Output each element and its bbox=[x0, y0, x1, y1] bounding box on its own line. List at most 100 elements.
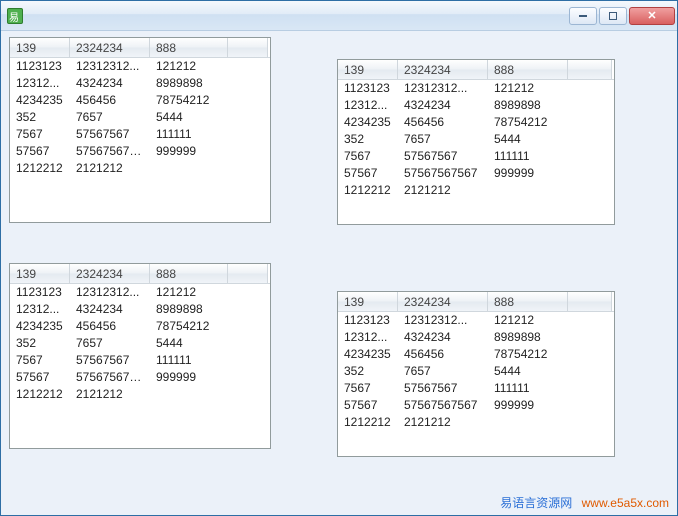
table-row[interactable]: 756757567567111111 bbox=[10, 352, 270, 369]
table-row[interactable]: 112312312312312...121212 bbox=[10, 284, 270, 301]
app-window: ✕ 易语言资源网 www.e5a5x.com 13923242348881123… bbox=[0, 0, 678, 516]
cell bbox=[150, 386, 228, 403]
listview-2[interactable]: 1392324234888112312312312312...121212123… bbox=[337, 59, 615, 225]
cell: 4324234 bbox=[398, 97, 488, 114]
cell: 57567567567 bbox=[398, 165, 488, 182]
cell: 1212212 bbox=[338, 182, 398, 199]
column-header[interactable]: 139 bbox=[10, 38, 70, 57]
column-header[interactable] bbox=[228, 38, 268, 57]
cell: 7657 bbox=[70, 335, 150, 352]
column-header[interactable]: 2324234 bbox=[70, 38, 150, 57]
column-header[interactable] bbox=[568, 292, 612, 311]
table-row[interactable]: 756757567567111111 bbox=[10, 126, 270, 143]
table-row[interactable]: 35276575444 bbox=[10, 335, 270, 352]
table-row[interactable]: 12312...43242348989898 bbox=[338, 329, 614, 346]
table-row[interactable]: 112312312312312...121212 bbox=[338, 80, 614, 97]
listview-header: 1392324234888 bbox=[10, 264, 270, 284]
table-row[interactable]: 12122122121212 bbox=[10, 160, 270, 177]
cell: 7657 bbox=[398, 363, 488, 380]
cell: 4234235 bbox=[10, 92, 70, 109]
cell: 4324234 bbox=[70, 75, 150, 92]
cell bbox=[150, 160, 228, 177]
table-row[interactable]: 35276575444 bbox=[338, 363, 614, 380]
maximize-button[interactable] bbox=[599, 7, 627, 25]
table-row[interactable]: 5756757567567567999999 bbox=[10, 143, 270, 160]
cell: 111111 bbox=[150, 126, 228, 143]
cell: 12312312... bbox=[398, 80, 488, 97]
listview-header: 1392324234888 bbox=[338, 60, 614, 80]
table-row[interactable]: 756757567567111111 bbox=[338, 148, 614, 165]
table-row[interactable]: 12312...43242348989898 bbox=[10, 301, 270, 318]
cell: 78754212 bbox=[150, 92, 228, 109]
cell: 12312... bbox=[10, 301, 70, 318]
column-header[interactable]: 139 bbox=[10, 264, 70, 283]
table-row[interactable]: 12122122121212 bbox=[338, 182, 614, 199]
listview-4[interactable]: 1392324234888112312312312312...121212123… bbox=[337, 291, 615, 457]
cell: 7657 bbox=[398, 131, 488, 148]
table-row[interactable]: 423423545645678754212 bbox=[10, 92, 270, 109]
titlebar[interactable]: ✕ bbox=[1, 1, 677, 31]
column-header[interactable]: 139 bbox=[338, 292, 398, 311]
table-row[interactable]: 5756757567567567999999 bbox=[338, 397, 614, 414]
cell: 1123123 bbox=[10, 284, 70, 301]
listview-3[interactable]: 1392324234888112312312312312...121212123… bbox=[9, 263, 271, 449]
cell: 1212212 bbox=[338, 414, 398, 431]
table-row[interactable]: 5756757567567567999999 bbox=[338, 165, 614, 182]
cell: 121212 bbox=[488, 80, 568, 97]
cell: 8989898 bbox=[488, 97, 568, 114]
cell: 456456 bbox=[398, 114, 488, 131]
table-row[interactable]: 112312312312312...121212 bbox=[338, 312, 614, 329]
cell: 1123123 bbox=[338, 80, 398, 97]
column-header[interactable]: 888 bbox=[488, 292, 568, 311]
cell bbox=[488, 182, 568, 199]
column-header[interactable]: 888 bbox=[488, 60, 568, 79]
cell: 4234235 bbox=[338, 346, 398, 363]
column-header[interactable] bbox=[568, 60, 612, 79]
cell: 7567 bbox=[338, 380, 398, 397]
table-row[interactable]: 35276575444 bbox=[338, 131, 614, 148]
close-button[interactable]: ✕ bbox=[629, 7, 675, 25]
table-row[interactable]: 112312312312312...121212 bbox=[10, 58, 270, 75]
listview-1[interactable]: 1392324234888112312312312312...121212123… bbox=[9, 37, 271, 223]
column-header[interactable]: 139 bbox=[338, 60, 398, 79]
table-row[interactable]: 35276575444 bbox=[10, 109, 270, 126]
cell: 456456 bbox=[70, 318, 150, 335]
column-header[interactable]: 2324234 bbox=[70, 264, 150, 283]
table-row[interactable]: 423423545645678754212 bbox=[10, 318, 270, 335]
table-row[interactable]: 423423545645678754212 bbox=[338, 346, 614, 363]
column-header[interactable]: 888 bbox=[150, 38, 228, 57]
footer-text-zh: 易语言资源网 bbox=[500, 496, 572, 510]
cell: 121212 bbox=[150, 284, 228, 301]
cell: 57567 bbox=[10, 369, 70, 386]
cell: 1123123 bbox=[10, 58, 70, 75]
table-row[interactable]: 12312...43242348989898 bbox=[338, 97, 614, 114]
cell bbox=[488, 414, 568, 431]
table-row[interactable]: 423423545645678754212 bbox=[338, 114, 614, 131]
table-row[interactable]: 12122122121212 bbox=[10, 386, 270, 403]
table-row[interactable]: 12122122121212 bbox=[338, 414, 614, 431]
listview-body: 112312312312312...12121212312...43242348… bbox=[338, 80, 614, 199]
cell: 999999 bbox=[488, 397, 568, 414]
cell: 57567567 bbox=[398, 148, 488, 165]
minimize-button[interactable] bbox=[569, 7, 597, 25]
listview-body: 112312312312312...12121212312...43242348… bbox=[338, 312, 614, 431]
column-header[interactable]: 2324234 bbox=[398, 292, 488, 311]
cell: 1212212 bbox=[10, 386, 70, 403]
cell: 352 bbox=[10, 335, 70, 352]
listview-header: 1392324234888 bbox=[10, 38, 270, 58]
listview-body: 112312312312312...12121212312...43242348… bbox=[10, 284, 270, 403]
cell: 12312312... bbox=[70, 58, 150, 75]
column-header[interactable]: 2324234 bbox=[398, 60, 488, 79]
table-row[interactable]: 756757567567111111 bbox=[338, 380, 614, 397]
table-row[interactable]: 12312...43242348989898 bbox=[10, 75, 270, 92]
cell: 4324234 bbox=[398, 329, 488, 346]
footer-url: www.e5a5x.com bbox=[582, 496, 669, 510]
column-header[interactable]: 888 bbox=[150, 264, 228, 283]
cell: 2121212 bbox=[398, 182, 488, 199]
cell: 8989898 bbox=[150, 301, 228, 318]
cell: 121212 bbox=[488, 312, 568, 329]
cell: 456456 bbox=[70, 92, 150, 109]
table-row[interactable]: 5756757567567567999999 bbox=[10, 369, 270, 386]
cell: 12312312... bbox=[398, 312, 488, 329]
column-header[interactable] bbox=[228, 264, 268, 283]
